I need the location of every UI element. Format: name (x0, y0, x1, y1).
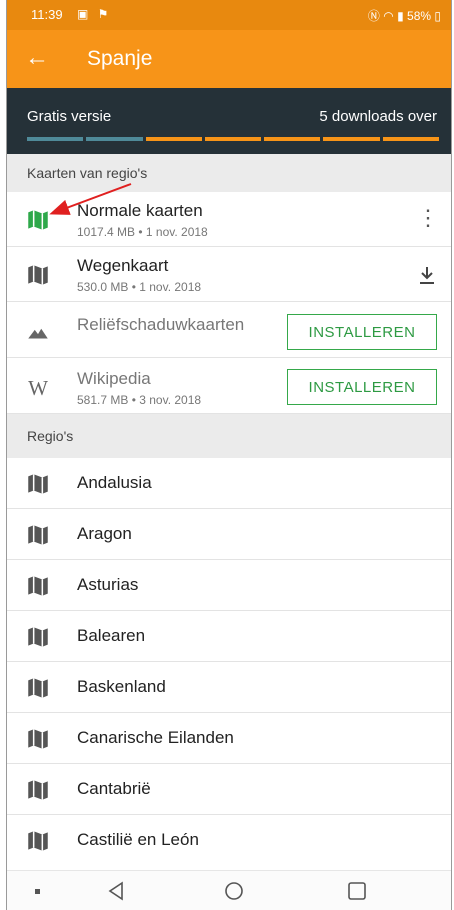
battery-icon: ▯ (434, 9, 441, 23)
nfc-icon: Ⓝ (367, 9, 380, 23)
list-item-hillshade-maps[interactable]: Reliëfschaduwkaarten INSTALLEREN (7, 302, 451, 358)
region-name: Castilië en León (77, 830, 199, 849)
item-subtitle: 530.0 MB • 1 nov. 2018 (77, 280, 202, 294)
list-item-region[interactable]: Andalusia (7, 458, 451, 509)
downloads-progress (27, 137, 439, 141)
region-name: Asturias (77, 575, 139, 594)
notification-icons: ▣ ⚑ (77, 7, 112, 21)
progress-segment-remaining (264, 137, 321, 141)
maps-section-header: Kaarten van regio's (7, 154, 451, 192)
item-title: Wegenkaart (77, 256, 169, 275)
status-right: Ⓝ ◠ ▮ 58% ▯ (368, 7, 441, 24)
region-name: Andalusia (77, 473, 152, 492)
list-item-region[interactable]: Aragon (7, 509, 451, 560)
item-title: Wikipedia (77, 369, 151, 388)
progress-segment-remaining (204, 137, 262, 141)
region-name: Balearen (77, 626, 146, 645)
nav-dot-icon[interactable] (25, 879, 51, 903)
map-icon (28, 678, 48, 698)
list-item-region[interactable]: Balearen (7, 611, 451, 662)
more-options-icon[interactable]: ⋮ (417, 205, 439, 231)
item-title: Reliëfschaduwkaarten (77, 315, 245, 334)
progress-segment-used (27, 137, 84, 141)
map-icon (28, 210, 48, 230)
regions-section-header: Regio's (7, 414, 451, 458)
status-bar: 11:39 ▣ ⚑ Ⓝ ◠ ▮ 58% ▯ (7, 0, 451, 30)
region-name: Cantabrië (77, 779, 151, 798)
map-icon (28, 780, 48, 800)
progress-segment-remaining (323, 137, 380, 141)
downloads-left-label: 5 downloads over (319, 108, 437, 125)
free-version-label: Gratis versie (27, 108, 112, 125)
back-arrow-icon[interactable]: ← (25, 44, 49, 72)
install-button[interactable]: INSTALLEREN (287, 369, 437, 405)
list-item-region[interactable]: Asturias (7, 560, 451, 611)
install-button[interactable]: INSTALLEREN (287, 314, 437, 350)
app-bar: ← Spanje (7, 30, 451, 88)
list-item-region[interactable]: Baskenland (7, 662, 451, 713)
map-icon (28, 576, 48, 596)
region-name: Canarische Eilanden (77, 728, 234, 747)
signal-icon: ▮ (397, 9, 404, 23)
home-icon[interactable] (221, 879, 247, 903)
map-icon (28, 729, 48, 749)
battery-level: 58% (407, 9, 432, 23)
map-icon (28, 474, 48, 494)
map-icon (28, 831, 48, 851)
list-item-normal-maps[interactable]: Normale kaarten 1017.4 MB • 1 nov. 2018 … (7, 192, 451, 247)
item-subtitle: 1017.4 MB • 1 nov. 2018 (77, 225, 208, 239)
wifi-icon: ◠ (383, 9, 394, 23)
system-nav-bar (7, 870, 451, 910)
free-version-bar: Gratis versie 5 downloads over (7, 88, 451, 154)
list-item-wikipedia[interactable]: W Wikipedia 581.7 MB • 3 nov. 2018 INSTA… (7, 358, 451, 414)
page-title: Spanje (87, 47, 153, 70)
map-icon (28, 265, 48, 285)
map-icon (28, 627, 48, 647)
list-item-region[interactable]: Cantabrië (7, 764, 451, 815)
mountain-icon (28, 328, 48, 339)
list-item-road-map[interactable]: Wegenkaart 530.0 MB • 1 nov. 2018 (7, 247, 451, 302)
progress-segment-remaining (382, 137, 439, 141)
maps-section-title: Kaarten van regio's (27, 165, 148, 181)
region-name: Baskenland (77, 677, 166, 696)
regions-section-title: Regio's (27, 428, 74, 444)
list-item-region[interactable]: Canarische Eilanden (7, 713, 451, 764)
recent-apps-icon[interactable] (344, 879, 370, 903)
progress-segment-remaining (145, 137, 202, 141)
wikipedia-icon: W (28, 376, 48, 400)
list-item-region[interactable]: Castilië en León (7, 815, 451, 866)
item-title: Normale kaarten (77, 201, 203, 220)
map-icon (28, 525, 48, 545)
region-name: Aragon (77, 524, 132, 543)
progress-segment-used (86, 137, 143, 141)
back-icon[interactable] (103, 879, 129, 903)
app-frame: 11:39 ▣ ⚑ Ⓝ ◠ ▮ 58% ▯ ← Spanje Gratis ve… (6, 0, 452, 910)
download-icon[interactable] (415, 263, 439, 287)
status-time: 11:39 (31, 7, 63, 22)
item-subtitle: 581.7 MB • 3 nov. 2018 (77, 393, 202, 407)
